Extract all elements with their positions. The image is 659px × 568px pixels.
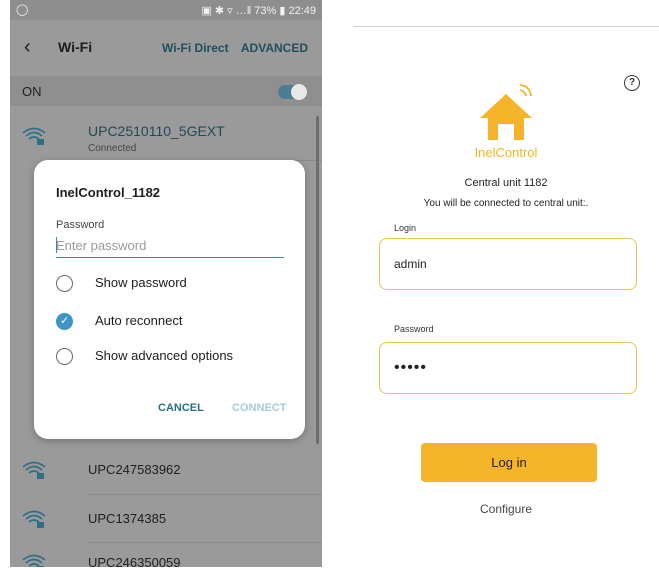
switch-label: ON xyxy=(22,84,42,99)
wifi-toggle[interactable] xyxy=(278,84,307,100)
status-bar: ◯ ▣ ✱ ▿ …‖ 73% ▮ 22:49 xyxy=(10,0,322,20)
list-divider xyxy=(88,494,322,495)
advanced-button[interactable]: ADVANCED xyxy=(241,41,308,55)
page-title: Wi-Fi xyxy=(58,39,93,55)
login-input[interactable] xyxy=(379,238,637,290)
central-unit-label: Central unit 1182 xyxy=(464,177,548,189)
show-password-checkbox[interactable] xyxy=(56,275,73,292)
text-caret xyxy=(56,237,57,253)
auto-reconnect-checkbox[interactable]: ✓ xyxy=(56,313,73,330)
password-label: Password xyxy=(394,324,434,334)
wifi-switch-row[interactable]: ON xyxy=(10,76,322,106)
auto-reconnect-option[interactable]: ✓ Auto reconnect xyxy=(56,310,296,334)
network-item[interactable]: UPC246350059 xyxy=(10,541,322,567)
status-indicators: ▣ ✱ ▿ …‖ 73% ▮ 22:49 xyxy=(201,5,316,17)
whatsapp-icon: ◯ xyxy=(16,4,29,16)
configure-link[interactable]: Configure xyxy=(353,502,659,516)
inelcontrol-login-screen: ? InelControl Central unit 1182 You will… xyxy=(353,26,659,568)
app-bar: ‹ Wi-Fi Wi-Fi Direct ADVANCED xyxy=(10,20,322,76)
password-input[interactable] xyxy=(379,342,637,394)
back-arrow-icon[interactable]: ‹ xyxy=(24,37,31,57)
network-name: UPC246350059 xyxy=(88,555,181,567)
login-button[interactable]: Log in xyxy=(421,443,597,482)
network-item[interactable]: UPC1374385 xyxy=(10,497,322,545)
advanced-options-checkbox[interactable] xyxy=(56,348,73,365)
option-label: Show password xyxy=(95,275,187,290)
cancel-button[interactable]: CANCEL xyxy=(158,402,204,414)
scrollbar[interactable] xyxy=(316,116,319,444)
toggle-knob xyxy=(291,84,307,100)
network-item-connected[interactable]: UPC2510110_5GEXT Connected xyxy=(10,114,322,162)
password-input[interactable] xyxy=(56,233,284,258)
option-label: Auto reconnect xyxy=(95,313,183,328)
android-wifi-screen: ◯ ▣ ✱ ▿ …‖ 73% ▮ 22:49 ‹ Wi-Fi Wi-Fi Dir… xyxy=(10,0,322,567)
network-status: Connected xyxy=(88,143,137,154)
brand-name: InelControl xyxy=(474,145,538,160)
network-name: UPC1374385 xyxy=(88,511,167,526)
advanced-options-option[interactable]: Show advanced options xyxy=(56,345,296,369)
show-password-option[interactable]: Show password xyxy=(56,272,296,296)
help-icon[interactable]: ? xyxy=(624,75,640,91)
option-label: Show advanced options xyxy=(95,348,234,363)
login-label: Login xyxy=(394,223,417,233)
house-wifi-logo-icon xyxy=(480,84,532,140)
dialog-title: InelControl_1182 xyxy=(56,185,161,200)
network-name: UPC2510110_5GEXT xyxy=(88,123,225,139)
wifi-lock-icon xyxy=(22,510,46,528)
password-label: Password xyxy=(56,219,105,231)
network-item[interactable]: UPC247583962 xyxy=(10,448,322,496)
connection-note: You will be connected to central unit:. xyxy=(423,198,589,209)
network-name: UPC247583962 xyxy=(88,462,181,477)
wifi-password-dialog: InelControl_1182 Password Show password … xyxy=(34,160,305,439)
wifi-lock-icon xyxy=(22,461,46,479)
wifi-lock-icon xyxy=(22,554,46,567)
check-icon: ✓ xyxy=(60,315,70,327)
wifi-direct-button[interactable]: Wi-Fi Direct xyxy=(162,41,229,55)
wifi-lock-icon xyxy=(22,127,46,145)
connect-button[interactable]: CONNECT xyxy=(232,402,286,414)
